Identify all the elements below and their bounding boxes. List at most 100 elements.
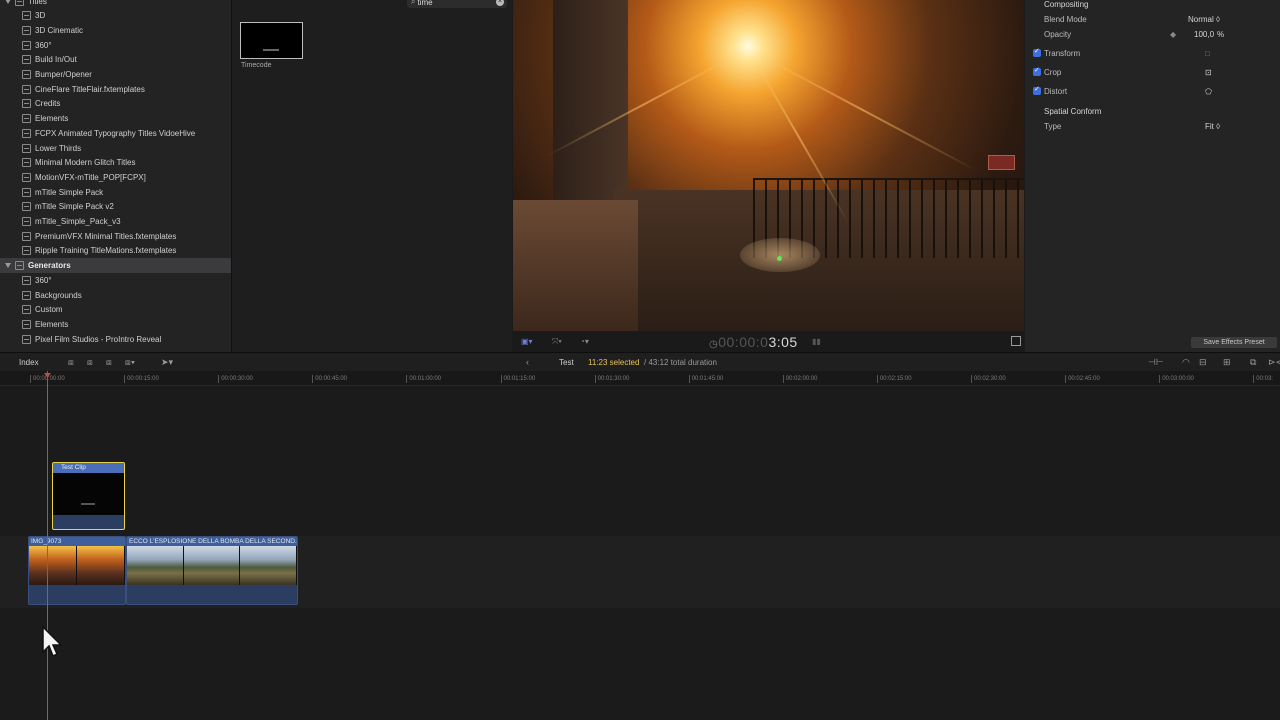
title-clip[interactable]: Test Clip [52, 462, 125, 530]
filmstrip-frame [77, 546, 125, 585]
sidebar-category[interactable]: Generators [0, 258, 231, 273]
clip-name: IMG_9073 [29, 537, 125, 546]
sidebar-item[interactable]: Lower Thirds [0, 141, 231, 156]
skimming-icon[interactable]: ⊣⊢ [1148, 357, 1164, 368]
transform-checkbox[interactable] [1033, 47, 1041, 57]
timecode-generator-thumbnail[interactable] [240, 22, 303, 59]
sidebar-category[interactable]: Titles [0, 0, 231, 8]
title-folder-icon [22, 187, 31, 197]
filmstrip-frame [240, 546, 297, 585]
crop-row[interactable]: Crop ⊡ [1025, 65, 1280, 79]
zoom-icon[interactable]: ⊳⊲ [1268, 357, 1280, 368]
search-field[interactable]: ⌕ × [407, 0, 507, 8]
sidebar-item[interactable]: Elements [0, 317, 231, 332]
title-folder-icon [22, 172, 31, 182]
crop-checkbox[interactable] [1033, 66, 1041, 76]
video-clip-ecco[interactable]: ECCO L'ESPLOSIONE DELLA BOMBA DELLA SECO… [126, 536, 298, 605]
select-tool-icon[interactable]: ➤▾ [161, 357, 173, 368]
sidebar-item[interactable]: Build In/Out [0, 53, 231, 68]
fullscreen-icon[interactable] [1011, 336, 1021, 346]
audio-skimming-icon[interactable]: ◠ [1182, 357, 1190, 368]
transform-row[interactable]: Transform □ [1025, 46, 1280, 60]
sidebar-item[interactable]: Minimal Modern Glitch Titles [0, 155, 231, 170]
ruler-tick-label: 00:03: [1253, 375, 1273, 383]
disclosure-triangle-icon[interactable] [5, 0, 11, 4]
title-folder-icon [22, 158, 31, 168]
sidebar-item-label: mTitle_Simple_Pack_v3 [35, 217, 121, 227]
transform-icon[interactable]: □ [1205, 49, 1210, 58]
sidebar-item[interactable]: Pixel Film Studios - ProIntro Reveal [0, 332, 231, 347]
sidebar-item[interactable]: 3D Cinematic [0, 23, 231, 38]
sidebar-item[interactable]: Ripple Training TitleMations.fxtemplates [0, 244, 231, 259]
sidebar-item[interactable]: MotionVFX-mTitle_POP[FCPX] [0, 170, 231, 185]
transform-tool-icon[interactable]: ⤧▾ [552, 337, 562, 347]
onscreen-control-handle[interactable] [988, 155, 1015, 170]
sidebar-item-label: Backgrounds [35, 290, 82, 300]
timeline-ruler[interactable]: 00:00:00:00 00:00:15:00 00:00:30:00 00:00:4… [0, 371, 1280, 386]
title-folder-icon [22, 334, 31, 344]
sidebar-item[interactable]: mTitle Simple Pack [0, 185, 231, 200]
clip-appearance-icon[interactable]: ⧉ [1250, 357, 1256, 368]
onscreen-control-point[interactable] [777, 256, 782, 261]
save-effects-preset-button[interactable]: Save Effects Preset [1191, 337, 1277, 348]
crop-icon[interactable]: ⊡ [1205, 68, 1212, 77]
spatial-conform-section: Spatial Conform [1025, 104, 1280, 118]
disclosure-triangle-icon[interactable] [5, 263, 11, 269]
timeline-back-arrow[interactable]: ‹ [526, 357, 529, 367]
sidebar-item[interactable]: 3D [0, 8, 231, 23]
distort-checkbox[interactable] [1033, 85, 1041, 95]
sidebar-item[interactable]: FCPX Animated Typography Titles VidoeHiv… [0, 126, 231, 141]
timecode-dim: 00:00:0 [718, 334, 769, 350]
lens-flare-glow [740, 238, 820, 272]
sidebar-item-label: 3D [35, 11, 46, 21]
clear-search-icon[interactable]: × [496, 0, 504, 6]
sidebar-item[interactable]: CineFlare TitleFlair.fxtemplates [0, 82, 231, 97]
sidebar-item[interactable]: Backgrounds [0, 288, 231, 303]
opacity-value[interactable]: 100,0 [1194, 30, 1214, 39]
type-popup[interactable]: Fit ◊ [1205, 122, 1220, 131]
sidebar-item-label: mTitle Simple Pack v2 [35, 202, 114, 212]
browser-panel: ⌕ × Timecode [231, 0, 512, 352]
opacity-unit: % [1217, 29, 1225, 39]
speed-icon[interactable]: ◔▾ [580, 337, 589, 346]
sidebar-item[interactable]: PremiumVFX Minimal Titles.fxtemplates [0, 229, 231, 244]
opacity-label: Opacity [1044, 29, 1072, 39]
append-clip-icon[interactable]: ⧈ [106, 357, 112, 368]
sidebar-item[interactable]: mTitle_Simple_Pack_v3 [0, 214, 231, 229]
sidebar-item-label: 360° [35, 40, 52, 50]
ruler-tick-label: 00:01:00:00 [406, 375, 442, 383]
ruler-tick-label: 00:00:45:00 [312, 375, 347, 383]
sidebar-item[interactable]: Bumper/Opener [0, 67, 231, 82]
insert-clip-icon[interactable]: ⧈ [87, 357, 93, 368]
overwrite-clip-icon[interactable]: ⧈▾ [125, 357, 135, 368]
snapping-icon[interactable]: ⊞ [1223, 357, 1231, 368]
library-sidebar: Titles 3D 3D Cinematic 360° Build In/Out Bump… [0, 0, 231, 352]
sidebar-item[interactable]: 360° [0, 38, 231, 53]
search-input[interactable] [417, 0, 488, 7]
transform-label: Transform [1044, 48, 1081, 58]
distort-label: Distort [1044, 86, 1068, 96]
sidebar-item[interactable]: Elements [0, 111, 231, 126]
sidebar-item[interactable]: Custom [0, 302, 231, 317]
video-clip-img-9073[interactable]: IMG_9073 [28, 536, 126, 605]
blend-mode-label: Blend Mode [1044, 14, 1087, 24]
blend-mode-popup[interactable]: Normal ◊ [1188, 15, 1220, 24]
playhead[interactable] [47, 371, 48, 720]
index-button[interactable]: Index [19, 358, 39, 367]
title-folder-icon [22, 11, 31, 21]
solo-icon[interactable]: ⊟ [1199, 357, 1207, 368]
distort-row[interactable]: Distort ⬠ [1025, 84, 1280, 98]
keyframe-icon[interactable]: ◆ [1170, 30, 1176, 39]
connect-clip-icon[interactable]: ⧈ [68, 357, 74, 368]
ruler-tick-label: 00:00:30:00 [218, 375, 253, 383]
viewer-frame [513, 0, 1024, 331]
sidebar-item[interactable]: Credits [0, 97, 231, 112]
sidebar-item[interactable]: mTitle Simple Pack v2 [0, 200, 231, 215]
sidebar-item[interactable]: 360° [0, 273, 231, 288]
sidebar-item-label: Bumper/Opener [35, 70, 92, 80]
thumbnail-label: Timecode [241, 62, 272, 69]
distort-icon[interactable]: ⬠ [1205, 87, 1212, 96]
viewer-layout-icon[interactable]: ▣▾ [521, 337, 533, 346]
ruler-tick-label: 00:02:45:00 [1065, 375, 1100, 383]
timeline-area[interactable]: Test Clip IMG_9073 ECCO L'ESPLOSIONE DEL… [0, 386, 1280, 720]
